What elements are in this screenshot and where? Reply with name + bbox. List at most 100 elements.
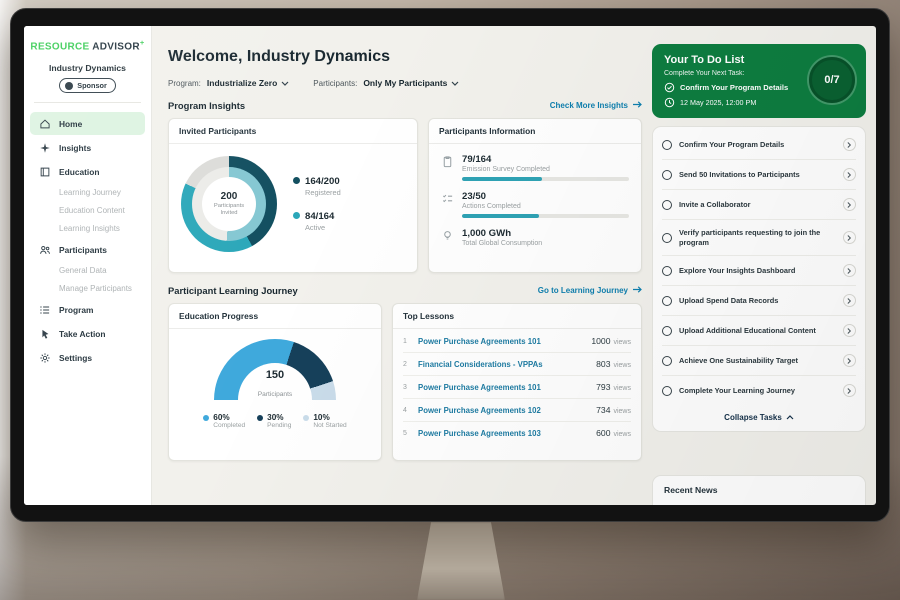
sidebar-item-home[interactable]: Home — [30, 112, 145, 135]
task-invite-collaborator[interactable]: Invite a Collaborator — [662, 190, 856, 220]
legend-dot — [257, 415, 263, 421]
lesson-link[interactable]: Power Purchase Agreements 101 — [418, 383, 589, 392]
participants-filter-label: Participants: — [313, 79, 357, 88]
task-checkbox[interactable] — [662, 356, 672, 366]
nav-label: General Data — [59, 266, 107, 275]
task-checkbox[interactable] — [662, 200, 672, 210]
brand-logo: RESOURCE ADVISOR+ — [24, 38, 151, 52]
info-row-consumption: 1,000 GWh Total Global Consumption — [441, 228, 629, 251]
gauge-center-label: Participants — [258, 391, 292, 398]
task-checkbox[interactable] — [662, 233, 672, 243]
legend-label: Active — [305, 223, 334, 232]
info-value: 1,000 GWh — [462, 228, 629, 239]
lesson-views-label: views — [613, 362, 631, 369]
progress-fill — [462, 214, 539, 218]
lesson-link[interactable]: Power Purchase Agreements 103 — [418, 429, 589, 438]
chevron-right-icon[interactable] — [843, 354, 856, 367]
lesson-row: 2 Financial Considerations - VPPAs 803vi… — [403, 353, 631, 376]
legend-label: Pending — [267, 422, 291, 429]
nav-label: Participants — [59, 245, 107, 255]
legend-value: 164/200 — [305, 176, 341, 187]
donut-center-value: 200 — [221, 191, 238, 203]
chevron-right-icon[interactable] — [843, 138, 856, 151]
lesson-link[interactable]: Power Purchase Agreements 101 — [418, 337, 584, 346]
lesson-views: 803 — [596, 359, 610, 369]
education-legend: 60% Completed 30% Pending — [203, 413, 346, 429]
nav-label: Learning Journey — [59, 188, 121, 197]
check-more-insights-link[interactable]: Check More Insights — [550, 100, 642, 111]
sidebar-item-take-action[interactable]: Take Action — [30, 322, 145, 345]
invited-donut-center: 200 Participants Invited — [202, 177, 256, 231]
card-title: Invited Participants — [169, 119, 417, 144]
sidebar-item-general-data[interactable]: General Data — [30, 262, 145, 279]
task-label: Upload Spend Data Records — [679, 296, 836, 306]
task-upload-educational-content[interactable]: Upload Additional Educational Content — [662, 316, 856, 346]
task-checkbox[interactable] — [662, 266, 672, 276]
task-achieve-sustainability-target[interactable]: Achieve One Sustainability Target — [662, 346, 856, 376]
lesson-link[interactable]: Financial Considerations - VPPAs — [418, 360, 589, 369]
task-checkbox[interactable] — [662, 140, 672, 150]
sidebar-item-education[interactable]: Education — [30, 160, 145, 183]
task-checkbox[interactable] — [662, 296, 672, 306]
chevron-right-icon[interactable] — [843, 231, 856, 244]
top-lessons-list: 1 Power Purchase Agreements 101 1000view… — [393, 329, 641, 444]
invited-donut-chart: 200 Participants Invited — [181, 156, 277, 252]
todo-column: Your To Do List Complete Your Next Task:… — [652, 40, 866, 505]
task-send-invitations[interactable]: Send 50 Invitations to Participants — [662, 160, 856, 190]
task-checkbox[interactable] — [662, 386, 672, 396]
sidebar-item-participants[interactable]: Participants — [30, 238, 145, 261]
sidebar-item-learning-insights[interactable]: Learning Insights — [30, 220, 145, 237]
chevron-right-icon[interactable] — [843, 168, 856, 181]
nav-label: Insights — [59, 143, 91, 153]
insights-cards-row: Invited Participants 200 Participants In… — [168, 118, 642, 273]
task-confirm-program-details[interactable]: Confirm Your Program Details — [662, 130, 856, 160]
legend-label: Completed — [213, 422, 245, 429]
sidebar-item-manage-participants[interactable]: Manage Participants — [30, 280, 145, 297]
info-value: 23/50 — [462, 191, 629, 202]
todo-summary-card: Your To Do List Complete Your Next Task:… — [652, 44, 866, 118]
top-lessons-card: Top Lessons 1 Power Purchase Agreements … — [392, 303, 642, 461]
sidebar-item-education-content[interactable]: Education Content — [30, 202, 145, 219]
legend-value: 84/164 — [305, 211, 334, 222]
task-explore-insights[interactable]: Explore Your Insights Dashboard — [662, 256, 856, 286]
progress-track — [462, 177, 629, 181]
sidebar-item-insights[interactable]: Insights — [30, 136, 145, 159]
chevron-right-icon[interactable] — [843, 324, 856, 337]
info-row-emission-survey: 79/164 Emission Survey Completed — [441, 154, 629, 181]
nav-label: Program — [59, 305, 93, 315]
lesson-link[interactable]: Power Purchase Agreements 102 — [418, 406, 589, 415]
todo-next-task-label: Confirm Your Program Details — [680, 83, 788, 92]
task-complete-learning-journey[interactable]: Complete Your Learning Journey — [662, 376, 856, 405]
lesson-rank: 5 — [403, 430, 411, 437]
task-label: Complete Your Learning Journey — [679, 386, 836, 396]
todo-due-label: 12 May 2025, 12:00 PM — [680, 98, 756, 107]
sponsor-badge: Sponsor — [59, 78, 116, 93]
sponsor-icon — [65, 82, 73, 90]
program-select[interactable]: Industrialize Zero — [207, 78, 289, 88]
clock-icon — [664, 97, 675, 108]
gauge-center: 150 Participants — [258, 369, 292, 401]
task-checkbox[interactable] — [662, 326, 672, 336]
sidebar-item-learning-journey[interactable]: Learning Journey — [30, 184, 145, 201]
chevron-right-icon[interactable] — [843, 264, 856, 277]
todo-tasks-card: Confirm Your Program Details Send 50 Inv… — [652, 126, 866, 432]
chevron-right-icon[interactable] — [843, 198, 856, 211]
sidebar-item-program[interactable]: Program — [30, 298, 145, 321]
task-upload-spend-data[interactable]: Upload Spend Data Records — [662, 286, 856, 316]
lesson-row: 4 Power Purchase Agreements 102 734views — [403, 399, 631, 422]
recent-news-title: Recent News — [664, 485, 718, 495]
chevron-right-icon[interactable] — [843, 294, 856, 307]
people-icon — [39, 243, 52, 256]
recent-news-header[interactable]: Recent News — [652, 475, 866, 505]
sidebar-item-settings[interactable]: Settings — [30, 346, 145, 369]
participants-select[interactable]: Only My Participants — [363, 78, 459, 88]
collapse-tasks-button[interactable]: Collapse Tasks — [662, 405, 856, 429]
section-title: Program Insights — [168, 100, 245, 111]
go-to-learning-journey-link[interactable]: Go to Learning Journey — [538, 285, 642, 296]
task-verify-participants[interactable]: Verify participants requesting to join t… — [662, 220, 856, 256]
chevron-right-icon[interactable] — [843, 384, 856, 397]
participants-filter: Participants: Only My Participants — [313, 78, 459, 88]
task-checkbox[interactable] — [662, 170, 672, 180]
nav-label: Home — [59, 119, 82, 129]
chevron-down-icon — [281, 81, 289, 86]
